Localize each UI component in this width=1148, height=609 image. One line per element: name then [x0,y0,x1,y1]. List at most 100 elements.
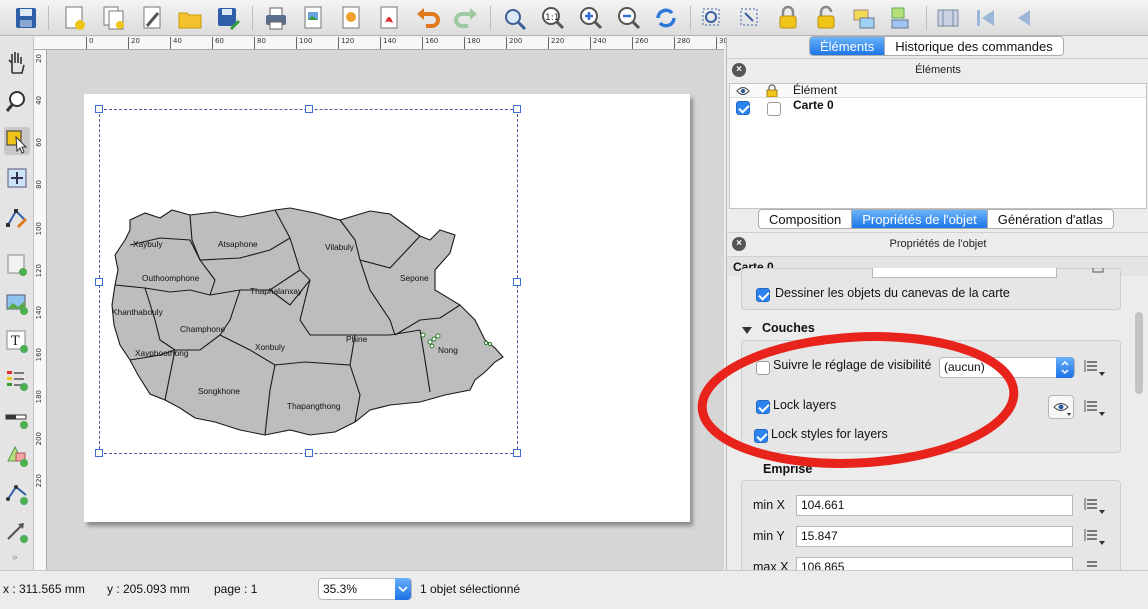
max-x-row: max X 106.865 [742,557,1122,571]
refresh-icon[interactable] [652,4,680,32]
data-defined-icon[interactable] [1083,527,1107,547]
lock-styles-checkbox[interactable] [754,429,768,443]
min-y-field[interactable]: 15.847 [796,526,1073,547]
extent-group: min X 104.661 min Y 15.847 max X 106.865 [741,480,1122,571]
close-icon[interactable]: × [732,63,746,77]
data-defined-icon[interactable] [1083,398,1107,418]
ruler-tick: 200 [506,37,522,49]
map-item-carte-0[interactable]: Xaybuly Atsaphone Vilabuly Sepone Outhoo… [95,105,521,457]
items-dock-title: Éléments [915,64,961,76]
atlas-icon[interactable] [934,4,962,32]
data-defined-icon[interactable] [1083,496,1107,516]
tab-atlas-generation[interactable]: Génération d'atlas [988,210,1113,228]
draw-canvas-items-checkbox[interactable] [756,288,770,302]
tab-composition[interactable]: Composition [759,210,853,228]
open-template-icon[interactable] [176,4,204,32]
add-arrow-icon[interactable] [4,517,30,545]
list-item[interactable]: Carte 0 [730,98,1146,117]
select-move-icon[interactable] [4,127,30,155]
ruler-tick: 140 [35,306,43,320]
follow-visibility-checkbox[interactable] [756,361,770,375]
duplicate-composer-icon[interactable] [100,4,128,32]
tab-item-properties[interactable]: Propriétés de l'objet [852,210,988,228]
resize-handle[interactable] [95,105,103,113]
composer-canvas[interactable]: Xaybuly Atsaphone Vilabuly Sepone Outhoo… [47,50,724,570]
lock-layers-checkbox[interactable] [756,400,770,414]
move-content-icon[interactable] [4,165,30,193]
item-lock-checkbox[interactable] [767,102,781,116]
items-dock-header: × Éléments [727,58,1148,80]
visibility-preset-select[interactable]: (aucun) [939,357,1075,378]
new-composer-icon[interactable] [60,4,88,32]
zoom-out-icon[interactable] [614,4,642,32]
properties-scrollbar[interactable] [1135,312,1143,394]
style-field[interactable] [872,268,1057,278]
max-x-field[interactable]: 106.865 [796,557,1073,571]
layers-section-title: Couches [762,321,815,335]
export-svg-icon[interactable] [338,4,366,32]
select-arrow [1056,357,1074,378]
add-map-icon[interactable] [4,251,30,279]
region-label: Outhoomphone [142,273,200,283]
resize-handle[interactable] [305,105,313,113]
zoom-select[interactable]: 35.3% [318,578,412,600]
lock-icon[interactable] [774,4,802,32]
save-template-icon[interactable] [214,4,242,32]
add-node-item-icon[interactable] [4,479,30,507]
zoom-tool-icon[interactable] [4,87,30,115]
unlock-icon[interactable] [812,4,840,32]
close-icon[interactable]: × [732,237,746,251]
ruler-tick: 60 [35,138,43,147]
ruler-tick: 220 [35,474,43,488]
resize-handle[interactable] [513,278,521,286]
data-defined-icon[interactable] [1083,358,1107,378]
pan-icon[interactable] [4,49,30,77]
align-icon[interactable] [888,4,916,32]
zoom-in-icon[interactable] [576,4,604,32]
redo-icon[interactable] [452,4,480,32]
svg-text:T: T [11,334,20,349]
prev-feature-icon[interactable] [1010,4,1038,32]
save-icon[interactable] [12,4,40,32]
undo-icon[interactable] [414,4,442,32]
min-x-field[interactable]: 104.661 [796,495,1073,516]
ruler-tick: 120 [338,37,354,49]
more-tools-icon[interactable]: » [12,552,18,563]
layers-preset-button[interactable] [1048,395,1074,419]
resize-handle[interactable] [95,449,103,457]
export-image-icon[interactable] [300,4,328,32]
add-legend-icon[interactable] [4,365,30,393]
deselect-icon[interactable] [736,4,764,32]
add-scalebar-icon[interactable] [4,403,30,431]
edit-nodes-icon[interactable] [4,203,30,231]
export-pdf-icon[interactable] [376,4,404,32]
region-label: Xaybuly [133,239,163,249]
data-defined-icon[interactable] [1091,267,1105,277]
composer-manager-icon[interactable] [138,4,166,32]
raise-icon[interactable] [850,4,878,32]
region-label: Khanthabouly [112,307,164,317]
ruler-tick: 20 [128,37,140,49]
first-feature-icon[interactable] [972,4,1000,32]
resize-handle[interactable] [95,278,103,286]
ruler-tick: 180 [464,37,480,49]
draw-canvas-items-label: Dessiner les objets du canevas de la car… [775,286,1010,300]
zoom-actual-icon[interactable]: 1:1 [538,4,566,32]
chevron-down-icon [395,578,411,600]
resize-handle[interactable] [513,105,521,113]
zoom-full-icon[interactable] [500,4,528,32]
tab-command-history[interactable]: Historique des commandes [885,37,1063,55]
item-visible-checkbox[interactable] [736,101,750,115]
print-icon[interactable] [262,4,290,32]
tab-elements[interactable]: Éléments [810,37,886,55]
min-x-label: min X [753,498,785,512]
ruler-tick: 160 [35,348,43,362]
resize-handle[interactable] [513,449,521,457]
add-label-icon[interactable]: T [4,327,30,355]
select-all-icon[interactable] [698,4,726,32]
add-image-icon[interactable] [4,289,30,317]
bottom-tabbar: Composition Propriétés de l'objet Généra… [758,209,1114,229]
zoom-value: 35.3% [323,582,358,596]
add-shape-icon[interactable] [4,441,30,469]
resize-handle[interactable] [305,449,313,457]
